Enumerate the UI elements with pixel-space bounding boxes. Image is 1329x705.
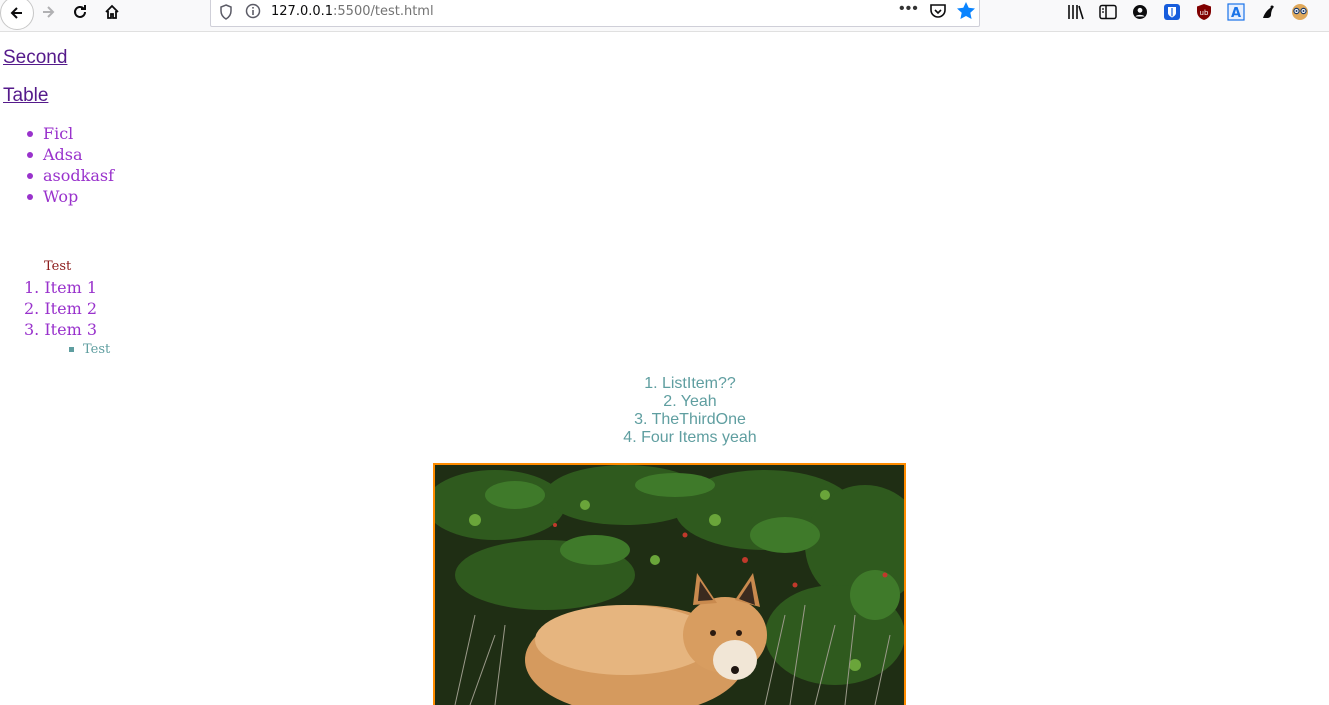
list-item: 3. TheThirdOne [634, 411, 746, 428]
forward-icon [43, 6, 55, 18]
back-icon [10, 7, 22, 19]
svg-text:ub: ub [1200, 9, 1209, 17]
fox-photo [435, 465, 904, 705]
page-content: Second Table Ficl Adsa asodkasf Wop Test… [0, 31, 1329, 705]
list-item: 1. Item 1 [24, 278, 98, 297]
ordered-list-caption: Test [44, 259, 72, 274]
fox-image [433, 463, 906, 705]
home-icon [105, 4, 119, 19]
translate-icon[interactable]: A [1226, 2, 1246, 22]
browser-toolbar: 127.0.0.1:5500/test.html ••• ub A [0, 0, 1329, 32]
list-item: 1. ListItem?? [644, 375, 736, 392]
list-item-label: Adsa [43, 145, 83, 164]
extension-icon-2[interactable] [1290, 2, 1310, 22]
list-item-label: asodkasf [43, 166, 114, 185]
bullet-dot [27, 152, 33, 158]
bookmark-star-icon[interactable] [956, 1, 976, 26]
ordered-list: 1. Item 1 2. Item 2 3. Item 3 [24, 277, 97, 340]
url-path: :5500/test.html [333, 4, 434, 19]
list-item: Wop [24, 186, 114, 207]
list-item: 2. Item 2 [24, 299, 98, 318]
link-second[interactable]: Second [3, 47, 67, 69]
bullet-dot [27, 131, 33, 137]
bitwarden-icon[interactable] [1162, 2, 1182, 22]
home-button[interactable] [100, 0, 124, 24]
svg-text:A: A [1231, 6, 1241, 21]
url-bar[interactable]: 127.0.0.1:5500/test.html ••• [210, 0, 980, 27]
page-actions-button[interactable]: ••• [899, 0, 919, 18]
account-icon[interactable] [1130, 2, 1150, 22]
list-item-label: Ficl [43, 124, 74, 143]
link-table[interactable]: Table [3, 85, 48, 107]
library-icon[interactable] [1066, 2, 1086, 22]
centered-ordered-list: 1. ListItem?? 2. Yeah 3. TheThirdOne 4. … [0, 375, 1329, 447]
reload-icon [74, 5, 86, 18]
list-item: Adsa [24, 144, 114, 165]
list-item: 2. Yeah [663, 393, 717, 410]
url-host: 127.0.0.1 [271, 4, 334, 19]
extension-icon[interactable] [1258, 2, 1278, 22]
ublock-icon[interactable]: ub [1194, 2, 1214, 22]
shield-icon[interactable] [219, 4, 233, 25]
nested-item-label: Test [83, 342, 111, 357]
sidebar-icon[interactable] [1098, 2, 1118, 22]
square-bullet [69, 347, 74, 352]
bullet-dot [27, 173, 33, 179]
list-item-label: Wop [43, 187, 79, 206]
forward-button[interactable] [36, 0, 60, 24]
info-icon[interactable] [245, 3, 261, 24]
pocket-icon[interactable] [929, 2, 947, 25]
list-item: Ficl [24, 123, 114, 144]
reload-button[interactable] [68, 0, 92, 24]
back-button[interactable] [0, 0, 34, 30]
bullet-list: Ficl Adsa asodkasf Wop [24, 123, 114, 207]
list-item: 3. Item 3 [24, 320, 98, 339]
bullet-dot [27, 194, 33, 200]
list-item: asodkasf [24, 165, 114, 186]
list-item: 4. Four Items yeah [623, 429, 757, 446]
url-text[interactable]: 127.0.0.1:5500/test.html [271, 4, 434, 19]
